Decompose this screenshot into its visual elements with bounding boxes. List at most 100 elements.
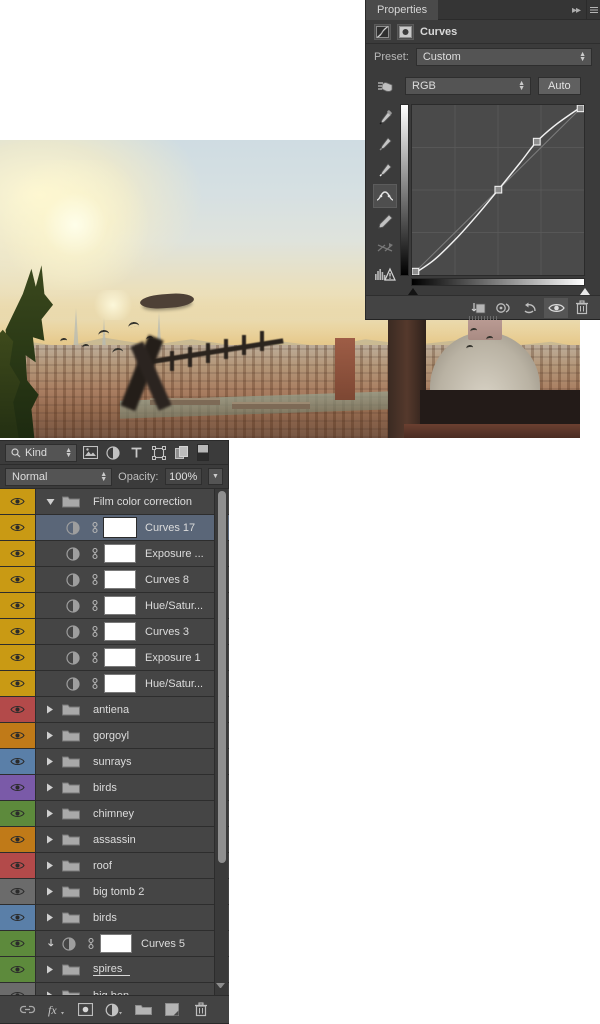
layer-name[interactable]: big tomb 2 — [84, 886, 144, 898]
link-mask-icon[interactable] — [86, 573, 104, 586]
auto-button[interactable]: Auto — [538, 77, 581, 95]
blend-mode-select[interactable]: Normal ▲ ▼ — [5, 467, 113, 486]
layer-row[interactable]: Hue/Satur... — [0, 593, 229, 619]
panel-resize-grip[interactable] — [469, 316, 497, 320]
layer-name[interactable]: Curves 17 — [136, 522, 195, 534]
layer-row[interactable]: Film color correction — [0, 489, 229, 515]
layer-visibility-toggle[interactable] — [0, 749, 36, 774]
layer-visibility-toggle[interactable] — [0, 931, 36, 956]
layer-name[interactable]: Exposure ... — [136, 548, 204, 560]
group-expand-toggle[interactable] — [42, 965, 58, 974]
layer-mask-thumbnail[interactable] — [104, 622, 136, 641]
layer-visibility-toggle[interactable] — [0, 619, 36, 644]
layer-row[interactable]: Curves 3 — [0, 619, 229, 645]
layer-name[interactable]: Curves 3 — [136, 626, 189, 638]
layer-visibility-toggle[interactable] — [0, 515, 36, 540]
layer-mask-thumbnail[interactable] — [103, 517, 137, 538]
sample-gray-point-eyedropper-icon[interactable] — [373, 132, 397, 156]
new-layer-icon[interactable] — [162, 1000, 182, 1020]
layer-row[interactable]: assassin — [0, 827, 229, 853]
layer-name[interactable]: birds — [84, 782, 117, 794]
layer-row[interactable]: chimney — [0, 801, 229, 827]
layer-row[interactable]: Curves 17 — [0, 515, 229, 541]
layer-visibility-toggle[interactable] — [0, 957, 36, 982]
layer-visibility-toggle[interactable] — [0, 775, 36, 800]
scroll-down-arrow-icon[interactable] — [216, 983, 225, 991]
layer-row[interactable]: spires — [0, 957, 229, 983]
curve-control-point[interactable] — [576, 105, 584, 113]
double-chevron-right-icon[interactable]: ▸▸ — [566, 5, 586, 16]
delete-layer-icon[interactable] — [191, 1000, 211, 1020]
panel-menu-icon[interactable] — [586, 0, 600, 20]
scrollbar-thumb[interactable] — [218, 491, 226, 863]
layer-name[interactable]: Curves 8 — [136, 574, 189, 586]
layer-row[interactable]: birds — [0, 905, 229, 931]
layer-row[interactable]: Hue/Satur... — [0, 671, 229, 697]
adjustment-thumbnail[interactable] — [60, 572, 86, 587]
adjustment-thumbnail[interactable] — [60, 624, 86, 639]
layer-visibility-toggle[interactable] — [0, 541, 36, 566]
toggle-layer-visibility-icon[interactable] — [544, 297, 568, 318]
layer-visibility-toggle[interactable] — [0, 905, 36, 930]
layer-name[interactable]: birds — [84, 912, 117, 924]
shadow-input-slider[interactable] — [408, 288, 418, 295]
layer-name[interactable]: Exposure 1 — [136, 652, 201, 664]
layer-mask-thumbnail[interactable] — [100, 934, 132, 953]
layer-name[interactable]: Hue/Satur... — [136, 600, 203, 612]
layer-row[interactable]: antiena — [0, 697, 229, 723]
layer-name[interactable]: antiena — [84, 704, 129, 716]
layer-row[interactable]: Exposure ... — [0, 541, 229, 567]
opacity-dropdown-arrow[interactable]: ▼ — [207, 468, 223, 485]
curve-control-point[interactable] — [494, 185, 503, 194]
highlight-input-slider[interactable] — [580, 288, 590, 295]
layer-visibility-toggle[interactable] — [0, 723, 36, 748]
add-layer-mask-icon[interactable] — [75, 1000, 95, 1020]
filter-adjustment-layers-icon[interactable] — [103, 444, 123, 462]
group-expand-toggle[interactable] — [42, 809, 58, 818]
tab-properties[interactable]: Properties — [366, 0, 439, 20]
layer-row[interactable]: Exposure 1 — [0, 645, 229, 671]
smooth-curve-icon[interactable] — [373, 236, 397, 260]
add-layer-style-icon[interactable]: fx — [46, 1000, 66, 1020]
layer-row[interactable]: roof — [0, 853, 229, 879]
link-mask-icon[interactable] — [86, 651, 104, 664]
group-expand-toggle[interactable] — [42, 887, 58, 896]
reset-icon[interactable] — [518, 298, 542, 318]
adjustment-thumbnail[interactable] — [60, 520, 86, 535]
adjustment-thumbnail[interactable] — [60, 650, 86, 665]
group-expand-toggle[interactable] — [42, 731, 58, 740]
layer-row[interactable]: big tomb 2 — [0, 879, 229, 905]
layer-visibility-toggle[interactable] — [0, 593, 36, 618]
clip-to-layer-icon[interactable] — [466, 298, 490, 318]
link-mask-icon[interactable] — [86, 677, 104, 690]
channel-hand-icon[interactable] — [374, 74, 398, 98]
group-expand-toggle[interactable] — [42, 835, 58, 844]
layer-name[interactable]: roof — [84, 860, 112, 872]
layer-name[interactable]: spires — [93, 963, 131, 976]
layer-visibility-toggle[interactable] — [0, 489, 36, 514]
layer-mask-thumbnail[interactable] — [104, 570, 136, 589]
layer-visibility-toggle[interactable] — [0, 671, 36, 696]
layer-row[interactable]: birds — [0, 775, 229, 801]
filter-smart-object-layers-icon[interactable] — [172, 444, 192, 462]
clipping-warning-histogram-icon[interactable] — [373, 262, 397, 286]
curve-control-point[interactable] — [412, 267, 420, 275]
layer-row[interactable]: gorgoyl — [0, 723, 229, 749]
layer-visibility-toggle[interactable] — [0, 853, 36, 878]
link-mask-icon[interactable] — [86, 521, 104, 534]
layer-row[interactable]: Curves 5 — [0, 931, 229, 957]
opacity-input[interactable]: 100% — [164, 468, 202, 485]
layer-list[interactable]: Film color correction Curves 17 Exposure… — [0, 489, 229, 997]
group-expand-toggle[interactable] — [42, 757, 58, 766]
curve-plot[interactable] — [412, 105, 584, 275]
curve-control-point[interactable] — [532, 137, 541, 146]
link-mask-icon[interactable] — [86, 625, 104, 638]
layer-name[interactable]: Curves 5 — [132, 938, 185, 950]
sample-white-point-eyedropper-icon[interactable] — [373, 158, 397, 182]
layer-row[interactable]: Curves 8 — [0, 567, 229, 593]
group-expand-toggle[interactable] — [42, 913, 58, 922]
layer-mask-thumbnail[interactable] — [104, 648, 136, 667]
new-adjustment-layer-icon[interactable] — [104, 1000, 124, 1020]
adjustment-thumbnail[interactable] — [56, 936, 82, 951]
layers-scrollbar[interactable] — [214, 489, 228, 997]
